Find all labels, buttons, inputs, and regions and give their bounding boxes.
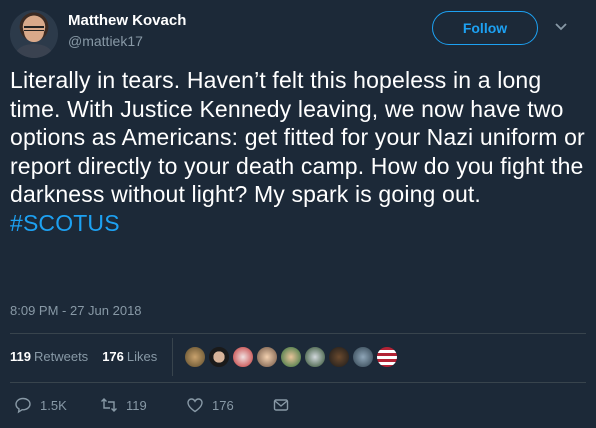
liker-avatar[interactable]	[280, 346, 302, 368]
like-button[interactable]: 176	[186, 396, 272, 414]
avatar-glasses	[24, 26, 44, 31]
retweet-button[interactable]: 119	[100, 396, 186, 414]
liker-avatar[interactable]	[232, 346, 254, 368]
liker-avatar[interactable]	[376, 346, 398, 368]
stats-separator	[172, 338, 173, 376]
author-name[interactable]: Matthew Kovach	[68, 12, 186, 29]
liker-avatar[interactable]	[328, 346, 350, 368]
liker-avatars	[184, 346, 398, 368]
liker-avatar[interactable]	[208, 346, 230, 368]
retweet-icon	[101, 398, 117, 412]
chevron-down-icon[interactable]	[554, 20, 568, 34]
engagement-stats: 119 Retweets 176 Likes	[10, 349, 157, 364]
liker-avatar[interactable]	[352, 346, 374, 368]
hashtag-link[interactable]: #SCOTUS	[10, 210, 120, 236]
author-handle[interactable]: @mattiek17	[68, 33, 143, 49]
reply-button[interactable]: 1.5K	[14, 396, 100, 414]
follow-button[interactable]: Follow	[432, 11, 538, 45]
author-avatar[interactable]	[10, 10, 58, 58]
liker-avatar[interactable]	[184, 346, 206, 368]
retweets-stat[interactable]: 119 Retweets	[10, 349, 88, 364]
tweet-timestamp[interactable]: 8:09 PM - 27 Jun 2018	[10, 303, 142, 318]
envelope-icon	[273, 399, 289, 411]
tweet-text: Literally in tears. Haven’t felt this ho…	[10, 66, 590, 237]
like-count: 176	[212, 397, 234, 413]
tweet-actions: 1.5K 119 176	[14, 396, 290, 414]
direct-message-button[interactable]	[272, 396, 290, 414]
heart-icon	[187, 398, 203, 413]
reply-icon	[15, 397, 31, 414]
divider-bottom	[10, 382, 586, 383]
liker-avatar[interactable]	[256, 346, 278, 368]
likes-stat[interactable]: 176 Likes	[102, 349, 157, 364]
divider-top	[10, 333, 586, 334]
retweet-count: 119	[126, 397, 147, 413]
reply-count: 1.5K	[40, 397, 67, 413]
liker-avatar[interactable]	[304, 346, 326, 368]
avatar-shirt	[16, 44, 52, 58]
tweet-body: Literally in tears. Haven’t felt this ho…	[10, 67, 585, 207]
